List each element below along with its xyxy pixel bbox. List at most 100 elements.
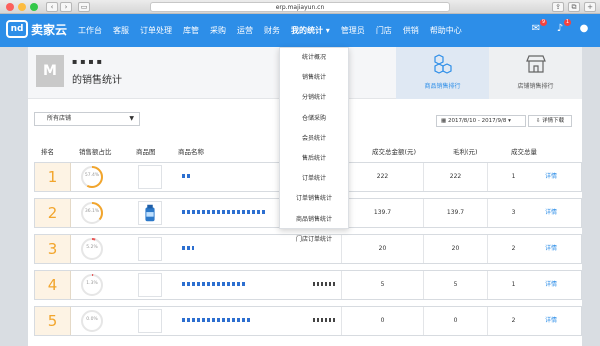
- column-header-5: 毛利(元): [453, 148, 478, 156]
- bell-icon[interactable]: ♪ 1: [554, 19, 571, 35]
- new-tab-icon[interactable]: +: [584, 2, 596, 12]
- store-select[interactable]: 所有店铺 ▼: [34, 112, 140, 126]
- nav-item-7[interactable]: 我的统计 ▾: [291, 25, 330, 36]
- nav-item-11[interactable]: 帮助中心: [430, 25, 462, 36]
- total-quantity: 3: [487, 199, 539, 227]
- nav-item-3[interactable]: 库管: [183, 25, 199, 36]
- rank-number: 5: [35, 307, 71, 335]
- total-quantity: 1: [487, 163, 539, 191]
- dropdown-item-3[interactable]: 仓储采购: [280, 109, 348, 129]
- product-name-link[interactable]: [182, 174, 192, 178]
- nav-item-2[interactable]: 订单处理: [140, 25, 172, 36]
- rank-number: 1: [35, 163, 71, 191]
- minimize-window-button[interactable]: [18, 3, 26, 11]
- share-icon[interactable]: ⇪: [552, 2, 564, 12]
- download-label: 详情下载: [542, 118, 565, 124]
- logo-text: 卖家云: [31, 22, 68, 37]
- app-logo[interactable]: nd 卖家云: [6, 20, 67, 38]
- sidebar-icon[interactable]: ▭: [78, 2, 90, 12]
- date-range-value: 2017/8/10 - 2017/9/8: [447, 118, 507, 124]
- dropdown-item-2[interactable]: 分销统计: [280, 88, 348, 108]
- dropdown-item-1[interactable]: 销售统计: [280, 68, 348, 88]
- nav-item-0[interactable]: 工作台: [78, 25, 102, 36]
- total-amount: 222: [341, 163, 423, 191]
- rank-number: 4: [35, 271, 71, 299]
- detail-link[interactable]: 详情: [545, 271, 557, 299]
- window-controls[interactable]: [6, 3, 38, 11]
- back-icon[interactable]: ‹: [46, 2, 58, 12]
- nav-item-9[interactable]: 门店: [376, 25, 392, 36]
- product-image[interactable]: [138, 201, 162, 225]
- product-image[interactable]: [138, 273, 162, 297]
- sales-share-label: 0.0%: [86, 317, 98, 322]
- dropdown-item-9[interactable]: 门店订单统计: [280, 230, 348, 250]
- chevron-down-icon: ▾: [506, 118, 511, 124]
- column-header-4: 成交总金额(元): [372, 148, 417, 156]
- product-image[interactable]: [138, 165, 162, 189]
- sales-share-label: 5.2%: [86, 245, 98, 250]
- address-bar[interactable]: erp.majiayun.cn: [150, 2, 450, 12]
- detail-link[interactable]: 详情: [545, 307, 557, 335]
- bell-badge: 1: [563, 19, 571, 26]
- tab-store-ranking-label: 店铺销售排行: [517, 83, 554, 90]
- stats-dropdown-menu: 统计概况 销售统计 分销统计 仓储采购 会员统计 售后统计 订单统计 订单销售统计 商品销售统计…: [279, 47, 349, 243]
- dropdown-item-7[interactable]: 订单销售统计: [280, 189, 348, 209]
- dropdown-item-5[interactable]: 售后统计: [280, 149, 348, 169]
- total-amount: 20: [341, 235, 423, 263]
- product-image[interactable]: [138, 309, 162, 333]
- tab-store-ranking[interactable]: 店铺销售排行: [489, 47, 582, 99]
- page-title: 的销售统计: [72, 75, 122, 86]
- table-row: 4 1.3% 5 5 1 详情: [34, 270, 582, 300]
- total-amount: 0: [341, 307, 423, 335]
- detail-link[interactable]: 详情: [545, 235, 557, 263]
- gross-profit: 0: [423, 307, 487, 335]
- tab-product-ranking[interactable]: 商品销售排行: [396, 47, 489, 99]
- column-header-3: 商品名称: [178, 148, 204, 156]
- rank-number: 2: [35, 199, 71, 227]
- tabs-icon[interactable]: ⧉: [568, 2, 580, 12]
- nav-item-4[interactable]: 采购: [210, 25, 226, 36]
- close-window-button[interactable]: [6, 3, 14, 11]
- nav-item-8[interactable]: 管理员: [341, 25, 365, 36]
- dropdown-item-4[interactable]: 会员统计: [280, 129, 348, 149]
- download-button[interactable]: ⇩ 详情下载: [528, 115, 572, 127]
- user-icon[interactable]: ●: [578, 23, 590, 35]
- dropdown-item-8[interactable]: 商品销售统计: [280, 210, 348, 230]
- store-icon: [526, 55, 546, 73]
- product-name-link[interactable]: [182, 246, 194, 250]
- product-name-link[interactable]: [182, 318, 252, 322]
- calendar-icon: ▦: [441, 118, 448, 124]
- forward-icon[interactable]: ›: [60, 2, 72, 12]
- user-name: ▪ ▪ ▪ ▪: [72, 57, 103, 66]
- product-name-link[interactable]: [182, 210, 266, 214]
- nav-item-5[interactable]: 运营: [237, 25, 253, 36]
- gross-profit: 222: [423, 163, 487, 191]
- total-quantity: 1: [487, 271, 539, 299]
- column-header-1: 销售额占比: [79, 148, 112, 156]
- dropdown-item-6[interactable]: 订单统计: [280, 169, 348, 189]
- avatar: M: [36, 55, 64, 87]
- nav-item-6[interactable]: 财务: [264, 25, 280, 36]
- total-quantity: 2: [487, 235, 539, 263]
- message-badge: 9: [539, 19, 547, 26]
- nav-item-1[interactable]: 客服: [113, 25, 129, 36]
- product-image[interactable]: [138, 237, 162, 261]
- detail-link[interactable]: 详情: [545, 199, 557, 227]
- gross-profit: 139.7: [423, 199, 487, 227]
- table-row: 5 0.0% 0 0 2 详情: [34, 306, 582, 336]
- detail-link[interactable]: 详情: [545, 163, 557, 191]
- zoom-window-button[interactable]: [30, 3, 38, 11]
- sales-share-label: 57.4%: [84, 173, 100, 178]
- product-name-link[interactable]: [182, 282, 246, 286]
- message-icon[interactable]: ✉ 9: [530, 19, 547, 35]
- dropdown-item-0[interactable]: 统计概况: [280, 48, 348, 68]
- boxes-icon: [434, 54, 452, 74]
- product-photo: [145, 204, 155, 222]
- product-spec: [313, 282, 337, 286]
- nav-item-10[interactable]: 供销: [403, 25, 419, 36]
- gross-profit: 5: [423, 271, 487, 299]
- logo-mark: nd: [6, 20, 28, 38]
- store-select-value: 所有店铺: [47, 115, 72, 122]
- date-range-picker[interactable]: ▦ 2017/8/10 - 2017/9/8 ▾: [436, 115, 526, 127]
- total-amount: 5: [341, 271, 423, 299]
